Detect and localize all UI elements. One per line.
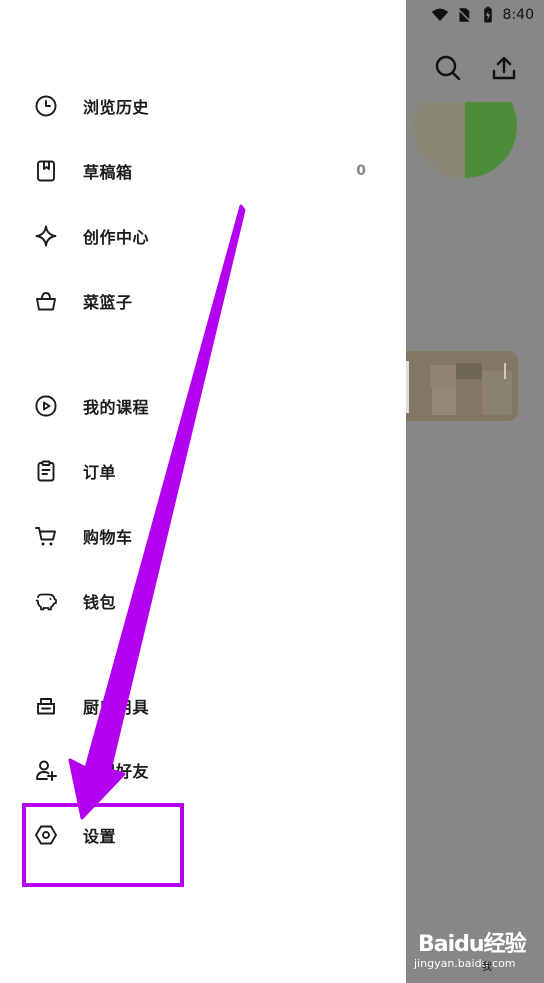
tab-me-label[interactable]: 我 bbox=[482, 958, 492, 973]
drawer-item-find-friends[interactable]: 发现好友 bbox=[0, 750, 406, 790]
search-icon[interactable] bbox=[434, 54, 462, 82]
drawer-item-my-courses[interactable]: 我的课程 bbox=[0, 386, 406, 426]
share-icon[interactable] bbox=[490, 54, 518, 82]
drafts-count-badge: 0 bbox=[356, 163, 366, 179]
baidu-jingyan-watermark: Baidu经验 jingyan.baidu.com 我 bbox=[414, 920, 544, 980]
drawer-item-label: 购物车 bbox=[83, 528, 133, 547]
drawer-item-drafts[interactable]: 草稿箱 0 bbox=[0, 151, 406, 191]
drawer-item-kitchenware[interactable]: 厨房用具 bbox=[0, 686, 406, 726]
drawer-item-history[interactable]: 浏览历史 bbox=[0, 86, 406, 126]
background-card-image[interactable] bbox=[406, 351, 518, 421]
status-time: 8:40 bbox=[502, 7, 534, 23]
drawer-item-label: 创作中心 bbox=[83, 228, 150, 247]
drawer-item-label: 订单 bbox=[83, 463, 117, 482]
battery-charging-icon bbox=[483, 6, 492, 23]
drawer-item-label: 厨房用具 bbox=[83, 698, 150, 717]
drawer-item-label: 钱包 bbox=[83, 593, 117, 612]
drawer-item-label: 浏览历史 bbox=[83, 98, 150, 117]
drawer-item-label: 我的课程 bbox=[83, 398, 150, 417]
cart-icon bbox=[35, 527, 56, 546]
drawer-item-basket[interactable]: 菜篮子 bbox=[0, 281, 406, 321]
drawer-item-label: 草稿箱 bbox=[83, 163, 133, 182]
watermark-logo-text: Baidu经验 bbox=[418, 932, 527, 957]
drawer-item-label: 菜篮子 bbox=[83, 293, 133, 312]
sparkle-icon bbox=[35, 225, 57, 247]
drawer-item-label: 发现好友 bbox=[83, 762, 150, 781]
add-friend-icon bbox=[36, 760, 57, 781]
drawer-item-wallet[interactable]: 钱包 bbox=[0, 581, 406, 621]
clock-icon bbox=[35, 95, 57, 117]
drawer-item-orders[interactable]: 订单 bbox=[0, 451, 406, 491]
clipboard-icon bbox=[37, 460, 55, 482]
no-sim-icon bbox=[456, 7, 471, 23]
background-avatar-image bbox=[413, 102, 517, 178]
drawer-item-cart[interactable]: 购物车 bbox=[0, 516, 406, 556]
piggy-bank-icon bbox=[35, 593, 57, 611]
watermark-url: jingyan.baidu.com bbox=[414, 957, 516, 970]
settings-highlight-box bbox=[22, 803, 184, 887]
basket-icon bbox=[36, 292, 56, 311]
pot-icon bbox=[37, 698, 55, 715]
draft-box-icon bbox=[37, 160, 55, 182]
wifi-icon bbox=[431, 8, 448, 21]
play-circle-icon bbox=[35, 395, 57, 417]
drawer-item-creator-center[interactable]: 创作中心 bbox=[0, 216, 406, 256]
status-bar: 8:40 bbox=[431, 6, 534, 24]
